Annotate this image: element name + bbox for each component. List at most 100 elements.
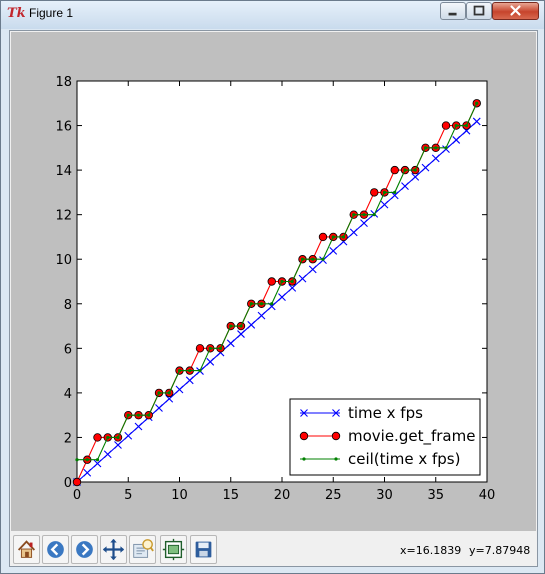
legend-marker (302, 457, 306, 461)
y-tick-label: 4 (64, 387, 72, 402)
close-button[interactable] (492, 2, 539, 20)
data-point (157, 391, 161, 395)
data-point (177, 369, 182, 373)
figure-window: Tk Figure 1 0 5 10 15 20 25 30 35 40 0 2 4 6 8 10 12 14 1… (0, 0, 545, 574)
navigation-toolbar: x=16.1839 y=7.87948 (11, 534, 536, 566)
data-point (311, 257, 315, 261)
forward-arrow-icon (76, 541, 93, 558)
legend-label: movie.get_frame (348, 427, 475, 446)
data-point (318, 232, 328, 242)
data-point (126, 413, 130, 417)
x-tick-label: 40 (479, 488, 496, 503)
data-point (441, 121, 451, 130)
data-point (270, 302, 274, 306)
line-chart: 0 5 10 15 20 25 30 35 40 0 2 4 6 8 10 12 14 16 18 time x f… (55, 75, 496, 503)
data-point (229, 324, 233, 328)
forward-button[interactable] (71, 535, 98, 564)
data-point (136, 413, 141, 417)
data-point (300, 257, 305, 261)
y-tick-label: 12 (55, 209, 72, 224)
data-point (208, 346, 212, 350)
figure-canvas[interactable]: 0 5 10 15 20 25 30 35 40 0 2 4 6 8 10 12 14 16 18 time x f… (11, 32, 536, 531)
data-point (218, 346, 223, 350)
data-point (390, 165, 399, 175)
data-point (167, 391, 171, 395)
window-title: Figure 1 (29, 6, 74, 20)
y-tick-label: 2 (64, 431, 72, 446)
data-point (413, 168, 417, 172)
x-tick-label: 10 (171, 488, 188, 503)
data-point (321, 257, 325, 261)
save-button[interactable] (190, 535, 217, 564)
data-point (403, 168, 407, 172)
y-tick-label: 6 (64, 342, 72, 357)
zoom-rect-icon (133, 539, 154, 558)
data-point (444, 146, 448, 150)
y-tick-label: 0 (64, 476, 72, 491)
legend: time x fps movie.get_frame ceil(time x fps… (289, 398, 481, 476)
move-arrows-icon (102, 538, 125, 561)
data-point (188, 369, 192, 373)
zoom-button[interactable] (129, 535, 156, 564)
data-point (95, 458, 100, 462)
y-tick-label: 16 (55, 120, 72, 135)
legend-marker (334, 457, 338, 461)
data-point (352, 213, 356, 217)
home-button[interactable] (13, 535, 40, 564)
tk-feather-icon: Tk (7, 6, 26, 21)
x-tick-label: 20 (274, 488, 291, 503)
data-point (290, 279, 294, 284)
x-tick-label: 15 (222, 488, 239, 503)
legend-marker (299, 431, 309, 441)
subplots-button[interactable] (160, 535, 187, 564)
maximize-button[interactable] (466, 2, 492, 20)
data-point (423, 146, 428, 150)
minimize-button[interactable] (440, 2, 466, 20)
home-icon (17, 540, 36, 558)
x-tick-label: 35 (427, 488, 444, 503)
data-point (454, 123, 458, 128)
data-point (370, 188, 379, 197)
data-point (198, 369, 202, 373)
cursor-x-readout: x=16.1839 (400, 544, 462, 557)
x-tick-label: 25 (325, 488, 342, 503)
data-point (382, 190, 387, 194)
data-point (106, 435, 110, 440)
data-point (259, 302, 264, 306)
y-tick-label: 18 (55, 75, 72, 90)
subplots-icon (162, 538, 185, 561)
y-tick-label: 14 (55, 164, 72, 179)
data-point (475, 101, 479, 105)
data-point (239, 324, 243, 328)
floppy-disk-icon (195, 541, 212, 558)
y-tick-label: 10 (55, 253, 72, 268)
figure-client-area: 0 5 10 15 20 25 30 35 40 0 2 4 6 8 10 12 14 16 18 time x f… (9, 30, 538, 567)
data-point (464, 123, 469, 128)
pan-button[interactable] (100, 535, 127, 564)
data-point (93, 433, 102, 442)
data-point (75, 458, 79, 462)
data-point (85, 458, 89, 462)
legend-marker (331, 431, 341, 441)
maximize-icon (473, 5, 485, 16)
data-point (72, 477, 82, 487)
x-tick-label: 30 (376, 488, 393, 503)
data-point (116, 435, 120, 440)
data-point (372, 213, 376, 217)
data-point (147, 413, 151, 417)
data-point (331, 235, 335, 239)
data-point (434, 146, 438, 150)
data-point (280, 279, 284, 284)
title-bar[interactable]: Tk Figure 1 (1, 1, 544, 29)
data-point (362, 213, 366, 217)
data-point (267, 277, 276, 286)
back-button[interactable] (42, 535, 69, 564)
minimize-icon (448, 12, 457, 16)
legend-label: ceil(time x fps) (348, 450, 460, 468)
x-tick-label: 0 (73, 488, 81, 503)
legend-label: time x fps (348, 404, 423, 422)
y-tick-label: 8 (64, 298, 72, 313)
back-arrow-icon (47, 541, 64, 558)
cursor-y-readout: y=7.87948 (469, 544, 531, 557)
data-point (393, 190, 397, 194)
